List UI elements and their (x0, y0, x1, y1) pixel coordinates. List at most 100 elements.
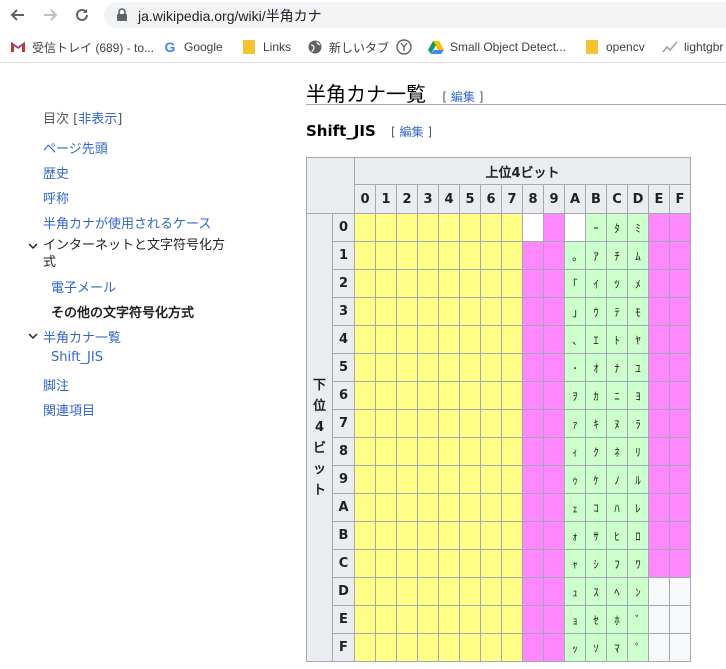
bookmark-new-tab[interactable]: 新しいタブ (307, 38, 389, 56)
column-header: 3 (417, 184, 439, 214)
kana-cell: ﾖ (627, 381, 649, 410)
column-header: 4 (438, 184, 460, 214)
table-cell (648, 381, 670, 410)
table-cell (480, 381, 502, 410)
toc-item[interactable]: ページ先頭 (43, 138, 108, 157)
toc-item[interactable]: 脚注 (43, 375, 69, 394)
bookmark-lightgbm[interactable]: lightgbr (662, 38, 723, 56)
google-icon: G (164, 39, 176, 55)
table-cell (396, 437, 418, 466)
table-cell (480, 605, 502, 634)
table-cell (522, 241, 544, 270)
table-cell (501, 633, 523, 662)
kana-cell: ｿ (585, 633, 607, 662)
toc-item[interactable]: インターネットと文字符号化方式 (43, 237, 225, 271)
table-cell (438, 493, 460, 522)
table-cell (396, 353, 418, 382)
table-cell (417, 605, 439, 634)
toc-item-label-cont: 式 (43, 255, 57, 270)
chevron-down-icon[interactable] (27, 330, 39, 342)
table-cell (375, 325, 397, 354)
column-header: E (648, 184, 670, 214)
table-cell (648, 633, 670, 662)
table-cell (543, 633, 565, 662)
table-cell (354, 633, 376, 662)
table-cell (543, 269, 565, 298)
table-cell (669, 353, 691, 382)
table-cell (669, 605, 691, 634)
table-cell (543, 521, 565, 550)
row-header: C (332, 549, 355, 578)
kana-cell: ﾕ (627, 353, 649, 382)
column-header: D (627, 184, 649, 214)
table-row: 2 ｢ｲﾂﾒ (307, 269, 691, 298)
table-cell (648, 493, 670, 522)
back-button[interactable] (6, 3, 30, 27)
reload-button[interactable] (70, 3, 94, 27)
kana-cell: ﾙ (627, 465, 649, 494)
table-cell (438, 633, 460, 662)
table-cell (375, 213, 397, 242)
table-row: F ｯｿﾏﾟ (307, 633, 691, 662)
toc-item[interactable]: 呼称 (43, 188, 69, 207)
chevron-down-icon[interactable] (27, 240, 39, 252)
table-cell (396, 493, 418, 522)
table-cell (459, 493, 481, 522)
table-cell (354, 577, 376, 606)
toc-item[interactable]: 関連項目 (43, 400, 95, 419)
toc-item[interactable]: 電子メール (51, 277, 116, 296)
kana-cell: ｯ (564, 633, 586, 662)
kana-cell: ﾓ (627, 297, 649, 326)
toc-item[interactable]: その他の文字符号化方式 (51, 302, 194, 321)
address-bar[interactable]: ja.wikipedia.org/wiki/半角カナ (104, 2, 726, 28)
toc-item[interactable]: Shift_JIS (51, 350, 103, 365)
kana-cell: ｹ (585, 465, 607, 494)
table-cell (648, 409, 670, 438)
bookmark-label: Links (263, 40, 292, 54)
table-cell (417, 381, 439, 410)
table-cell (480, 297, 502, 326)
heading-text: 半角カナ一覧 (306, 82, 426, 106)
back-arrow-icon (10, 9, 24, 21)
table-cell (354, 325, 376, 354)
table-cell (648, 297, 670, 326)
kana-cell: ﾑ (627, 241, 649, 270)
toc-item[interactable]: 歴史 (43, 163, 69, 182)
table-cell (543, 325, 565, 354)
toc-hide-link[interactable]: 非表示 (78, 112, 117, 127)
table-cell (669, 241, 691, 270)
kana-cell: ﾍ (606, 577, 628, 606)
toc-item-label: 電子メール (51, 281, 117, 296)
table-cell (501, 577, 523, 606)
kana-cell: ﾜ (627, 549, 649, 578)
table-cell (375, 241, 397, 270)
table-cell (438, 577, 460, 606)
table-cell (438, 409, 460, 438)
bookmark-opencv[interactable]: opencv (584, 38, 645, 56)
edit-link[interactable]: 編集 (451, 90, 475, 104)
table-cell (375, 577, 397, 606)
table-cell (669, 633, 691, 662)
sub-edit-link[interactable]: 編集 (400, 125, 424, 139)
table-cell (543, 213, 565, 242)
reload-icon (76, 8, 88, 21)
bookmark-drive[interactable]: Small Object Detect... (428, 38, 566, 56)
table-row: 5 ･ｵﾅﾕ (307, 353, 691, 382)
table-cell (501, 213, 523, 242)
table-cell (438, 521, 460, 550)
toc-header: 目次 [非表示] (43, 112, 123, 127)
bookmark-label: 受信トレイ (689) - to... (32, 40, 155, 55)
kana-cell: ﾎ (606, 605, 628, 634)
bookmark-links[interactable]: Links (241, 38, 291, 56)
table-cell (459, 577, 481, 606)
bookmark-google[interactable]: G Google (162, 38, 223, 56)
table-cell (375, 521, 397, 550)
table-cell (501, 353, 523, 382)
toc-item[interactable]: 半角カナ一覧 (43, 327, 121, 346)
bookmark-gmail[interactable]: 受信トレイ (689) - to... (10, 38, 154, 56)
table-cell (648, 521, 670, 550)
table-cell (522, 213, 544, 242)
toc-item[interactable]: 半角カナが使用されるケース (43, 213, 211, 232)
forward-button[interactable] (38, 3, 62, 27)
bookmark-y[interactable] (396, 38, 418, 56)
